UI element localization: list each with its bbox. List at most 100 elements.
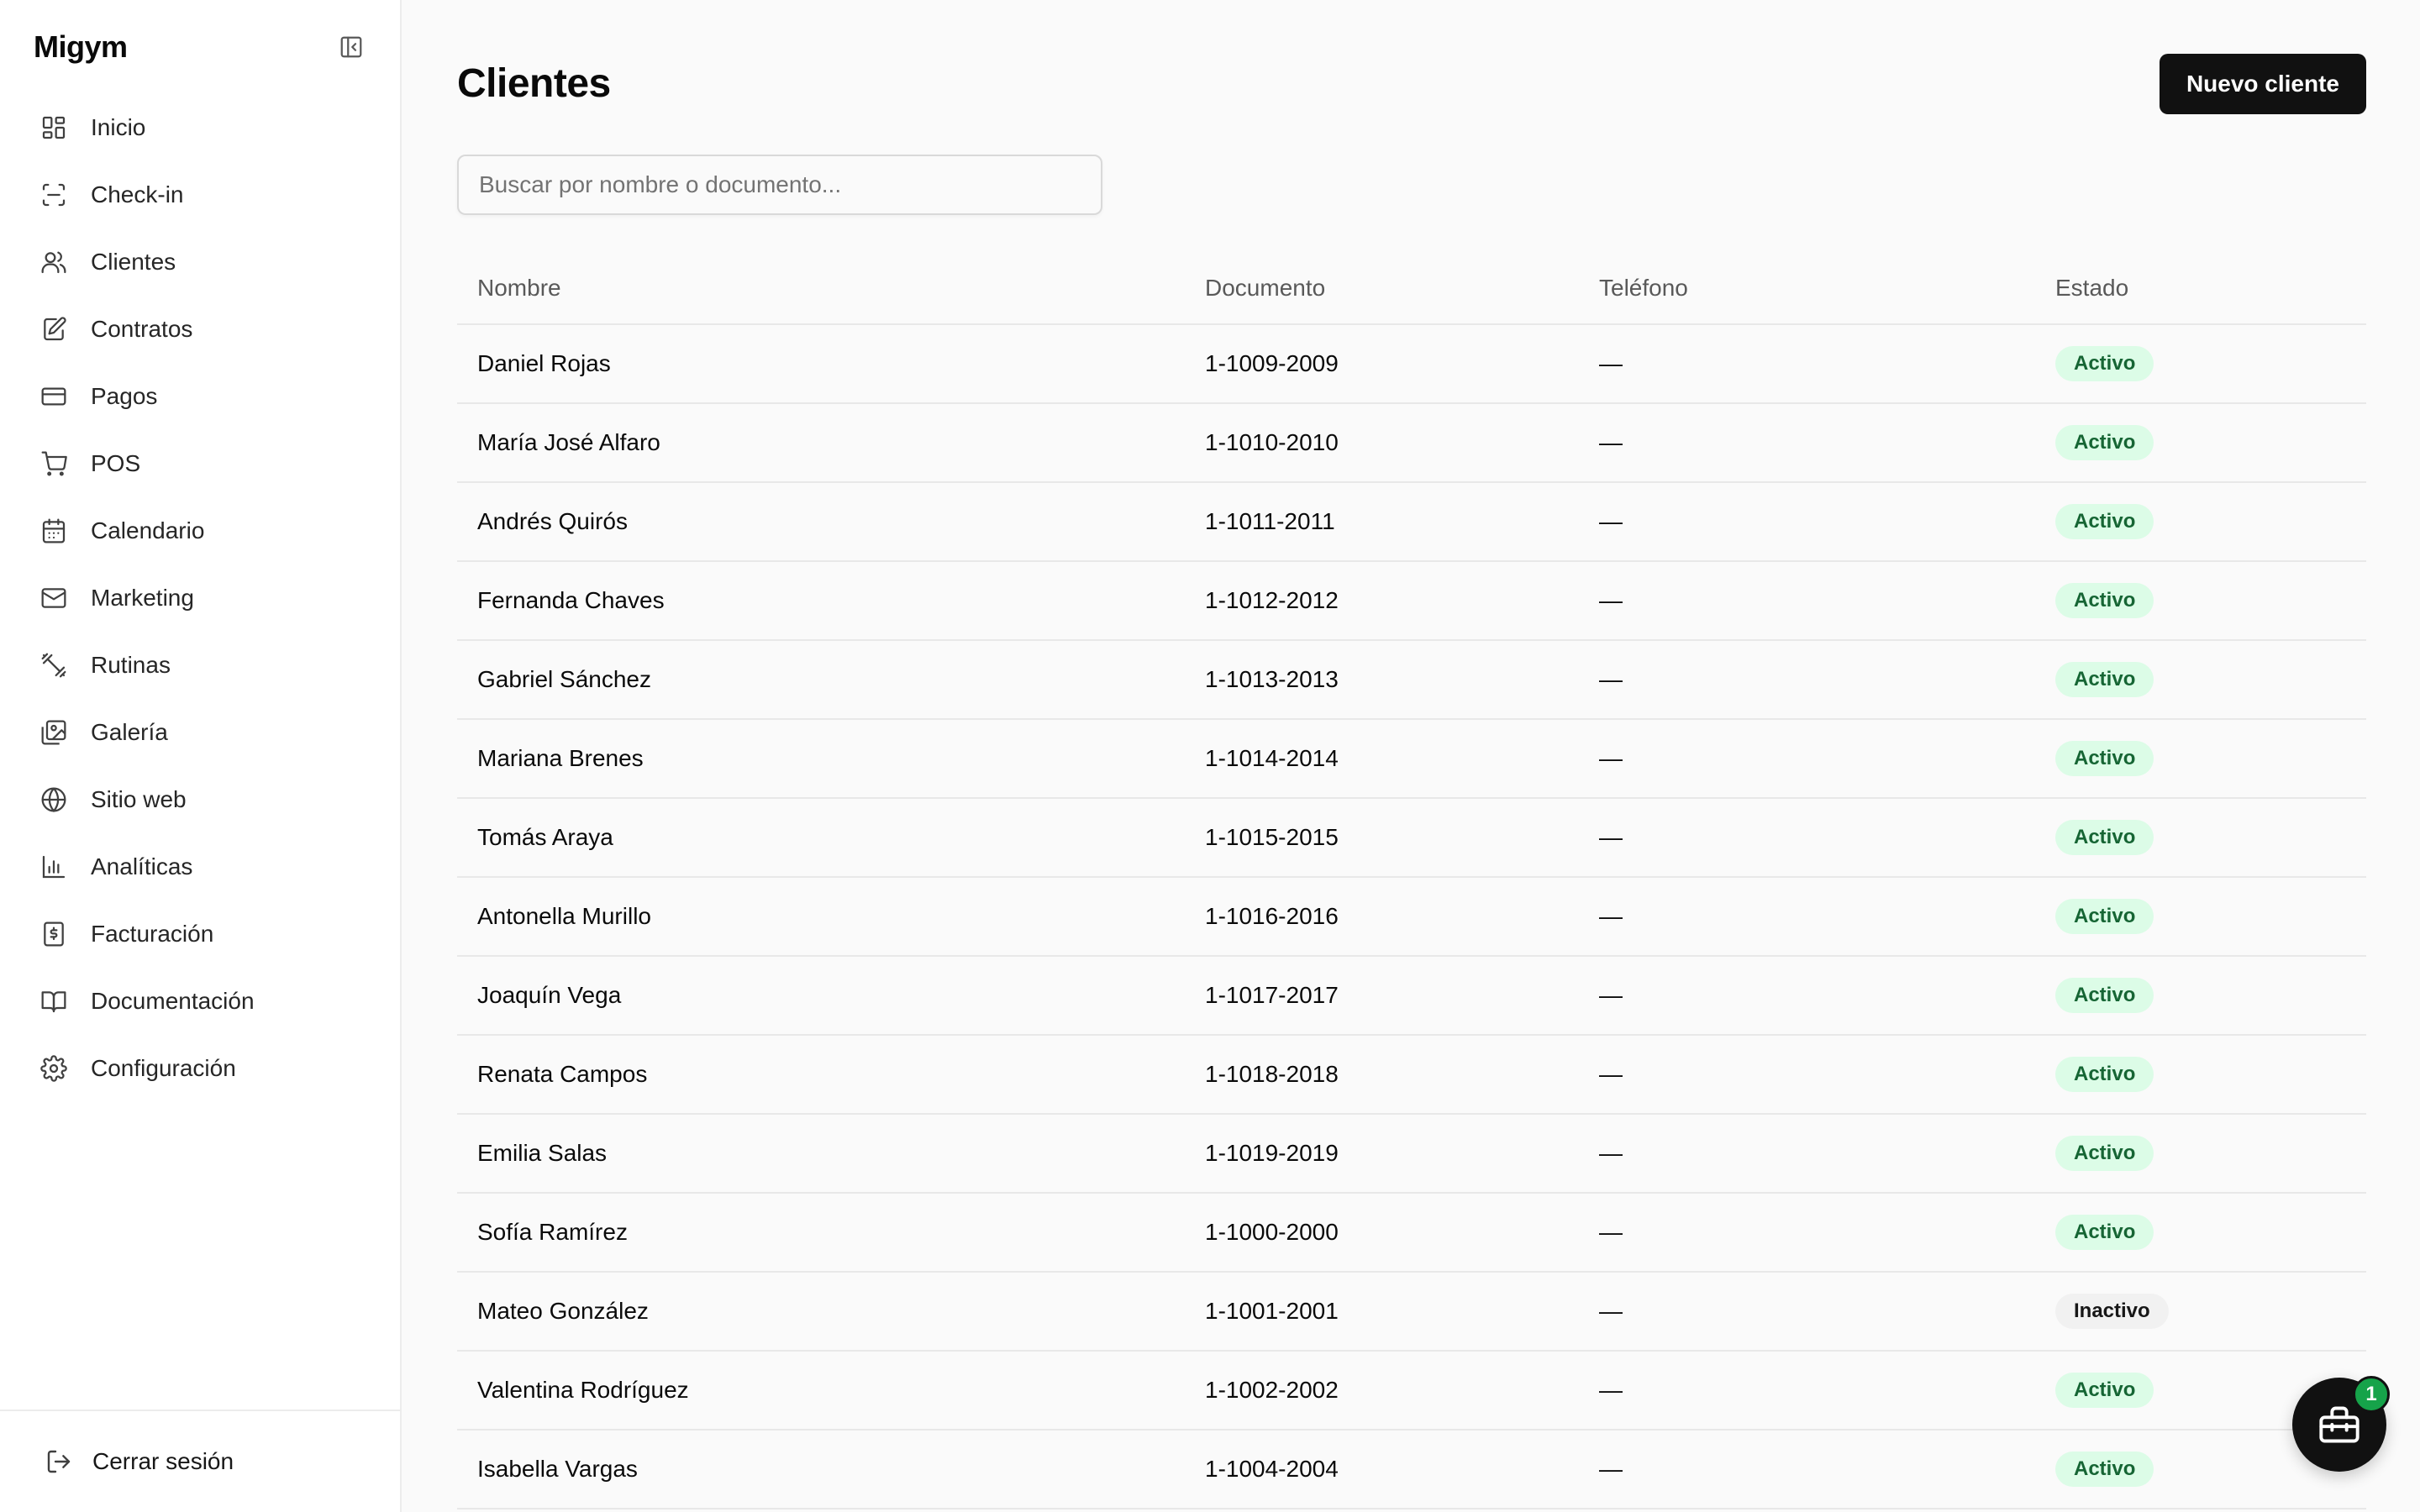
- sidebar-item-label: Configuración: [91, 1055, 236, 1081]
- table-row[interactable]: Renata Campos 1-1018-2018— Activo: [457, 1035, 2366, 1115]
- column-header-phone[interactable]: Teléfono: [1579, 252, 2035, 325]
- table-row[interactable]: Isabella Vargas 1-1004-2004— Activo: [457, 1430, 2366, 1509]
- client-name: Fernanda Chaves: [457, 561, 1185, 641]
- table-row[interactable]: Gabriel Sánchez 1-1013-2013— Activo: [457, 640, 2366, 720]
- sidebar-item-galeria[interactable]: Galería: [22, 699, 378, 766]
- client-name: Isabella Vargas: [457, 1430, 1185, 1509]
- sidebar-item-inicio[interactable]: Inicio: [22, 94, 378, 161]
- sidebar-item-analiticas[interactable]: Analíticas: [22, 833, 378, 900]
- status-badge: Activo: [2055, 899, 2154, 934]
- new-client-button[interactable]: Nuevo cliente: [2159, 54, 2366, 114]
- sidebar-item-contratos[interactable]: Contratos: [22, 296, 378, 363]
- sidebar: Migym Inicio Check-in Clientes Contratos…: [0, 0, 402, 1512]
- status-badge: Activo: [2055, 504, 2154, 539]
- client-status: Activo: [2035, 798, 2366, 878]
- client-document: 1-1011-2011: [1185, 482, 1579, 562]
- status-badge: Activo: [2055, 741, 2154, 776]
- column-header-name[interactable]: Nombre: [457, 252, 1185, 325]
- clients-table: Nombre Documento Teléfono Estado Daniel …: [457, 252, 2366, 1509]
- bar-chart-icon: [39, 852, 69, 882]
- sidebar-item-facturacion[interactable]: Facturación: [22, 900, 378, 968]
- table-row[interactable]: Mateo González 1-1001-2001— Inactivo: [457, 1272, 2366, 1352]
- sidebar-item-label: Facturación: [91, 921, 214, 947]
- client-name: Andrés Quirós: [457, 482, 1185, 562]
- client-phone: —: [1579, 1351, 2035, 1431]
- collapse-sidebar-button[interactable]: [336, 32, 366, 62]
- client-name: Gabriel Sánchez: [457, 640, 1185, 720]
- status-badge: Activo: [2055, 978, 2154, 1013]
- status-badge: Activo: [2055, 1373, 2154, 1408]
- client-document: 1-1001-2001: [1185, 1272, 1579, 1352]
- sidebar-item-calendario[interactable]: Calendario: [22, 497, 378, 564]
- client-name: Joaquín Vega: [457, 956, 1185, 1036]
- sidebar-item-label: Analíticas: [91, 853, 193, 879]
- contract-icon: [39, 314, 69, 344]
- column-header-status[interactable]: Estado: [2035, 252, 2366, 325]
- status-badge: Activo: [2055, 1215, 2154, 1250]
- client-document: 1-1000-2000: [1185, 1193, 1579, 1273]
- client-document: 1-1019-2019: [1185, 1114, 1579, 1194]
- status-badge: Activo: [2055, 425, 2154, 460]
- client-status: Activo: [2035, 561, 2366, 641]
- client-name: Emilia Salas: [457, 1114, 1185, 1194]
- client-name: Daniel Rojas: [457, 324, 1185, 404]
- table-header-row: Nombre Documento Teléfono Estado: [457, 252, 2366, 325]
- sidebar-item-pagos[interactable]: Pagos: [22, 363, 378, 430]
- table-row[interactable]: Sofía Ramírez 1-1000-2000— Activo: [457, 1193, 2366, 1273]
- search-input[interactable]: [457, 155, 1102, 215]
- status-badge: Inactivo: [2055, 1294, 2169, 1329]
- sidebar-item-label: Documentación: [91, 988, 255, 1014]
- table-row[interactable]: Antonella Murillo 1-1016-2016— Activo: [457, 877, 2366, 957]
- scan-icon: [39, 180, 69, 210]
- brand-logo: Migym: [34, 29, 128, 64]
- sidebar-item-label: Contratos: [91, 316, 193, 342]
- cart-icon: [39, 449, 69, 479]
- client-phone: —: [1579, 482, 2035, 562]
- table-row[interactable]: Mariana Brenes 1-1014-2014— Activo: [457, 719, 2366, 799]
- client-status: Inactivo: [2035, 1272, 2366, 1352]
- globe-icon: [39, 785, 69, 815]
- client-name: Renata Campos: [457, 1035, 1185, 1115]
- sidebar-item-label: Pagos: [91, 383, 158, 409]
- table-row[interactable]: Valentina Rodríguez 1-1002-2002— Activo: [457, 1351, 2366, 1431]
- client-phone: —: [1579, 403, 2035, 483]
- logout-button[interactable]: Cerrar sesión: [0, 1410, 400, 1512]
- status-badge: Activo: [2055, 662, 2154, 697]
- client-name: Sofía Ramírez: [457, 1193, 1185, 1273]
- sidebar-item-configuracion[interactable]: Configuración: [22, 1035, 378, 1102]
- toolbox-fab-button[interactable]: 1: [2292, 1376, 2390, 1472]
- table-row[interactable]: Tomás Araya 1-1015-2015— Activo: [457, 798, 2366, 878]
- status-badge: Activo: [2055, 583, 2154, 618]
- sidebar-item-label: Clientes: [91, 249, 176, 275]
- client-name: Tomás Araya: [457, 798, 1185, 878]
- table-row[interactable]: Fernanda Chaves 1-1012-2012— Activo: [457, 561, 2366, 641]
- sidebar-item-label: Inicio: [91, 114, 146, 140]
- table-row[interactable]: Joaquín Vega 1-1017-2017— Activo: [457, 956, 2366, 1036]
- client-status: Activo: [2035, 1035, 2366, 1115]
- sidebar-item-sitio-web[interactable]: Sitio web: [22, 766, 378, 833]
- client-status: Activo: [2035, 324, 2366, 404]
- table-row[interactable]: Daniel Rojas 1-1009-2009— Activo: [457, 324, 2366, 404]
- sidebar-item-check-in[interactable]: Check-in: [22, 161, 378, 228]
- sidebar-item-rutinas[interactable]: Rutinas: [22, 632, 378, 699]
- sidebar-item-label: Rutinas: [91, 652, 171, 678]
- table-row[interactable]: Emilia Salas 1-1019-2019— Activo: [457, 1114, 2366, 1194]
- client-status: Activo: [2035, 877, 2366, 957]
- client-document: 1-1014-2014: [1185, 719, 1579, 799]
- column-header-document[interactable]: Documento: [1185, 252, 1579, 325]
- status-badge: Activo: [2055, 820, 2154, 855]
- client-phone: —: [1579, 324, 2035, 404]
- sidebar-item-pos[interactable]: POS: [22, 430, 378, 497]
- toolbox-icon: [2319, 1406, 2360, 1443]
- calendar-icon: [39, 516, 69, 546]
- logout-label: Cerrar sesión: [92, 1448, 234, 1474]
- sidebar-item-documentacion[interactable]: Documentación: [22, 968, 378, 1035]
- client-name: Valentina Rodríguez: [457, 1351, 1185, 1431]
- table-row[interactable]: María José Alfaro 1-1010-2010— Activo: [457, 403, 2366, 483]
- sidebar-nav: Inicio Check-in Clientes Contratos Pagos…: [0, 94, 400, 1102]
- table-row[interactable]: Andrés Quirós 1-1011-2011— Activo: [457, 482, 2366, 562]
- client-status: Activo: [2035, 403, 2366, 483]
- sidebar-item-clientes[interactable]: Clientes: [22, 228, 378, 296]
- sidebar-item-marketing[interactable]: Marketing: [22, 564, 378, 632]
- client-phone: —: [1579, 1430, 2035, 1509]
